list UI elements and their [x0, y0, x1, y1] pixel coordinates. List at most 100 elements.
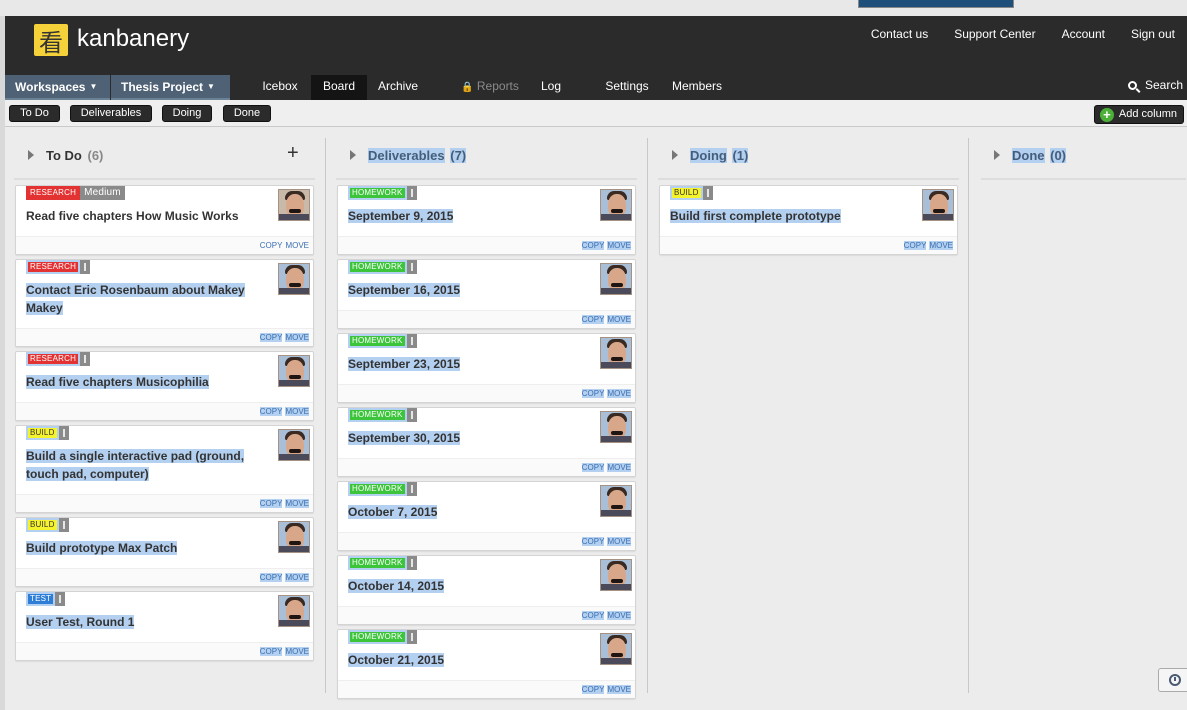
move-card-link[interactable]: MOVE: [607, 389, 631, 398]
card-actions: COPY MOVE: [901, 241, 953, 250]
column-header[interactable]: Deliverables (7): [350, 148, 467, 168]
column-button-todo[interactable]: To Do: [9, 105, 60, 122]
search-button[interactable]: Search: [1127, 78, 1183, 92]
task-card[interactable]: BUILD Build a single interactive pad (gro…: [15, 425, 314, 513]
move-card-link[interactable]: MOVE: [607, 537, 631, 546]
column-title: Done: [1012, 148, 1045, 163]
card-actions: COPY MOVE: [257, 573, 309, 582]
move-card-link[interactable]: MOVE: [607, 685, 631, 694]
copy-card-link[interactable]: COPY: [903, 241, 927, 250]
card-tags: HOMEWORK: [348, 482, 417, 496]
column-done: Done (0): [971, 128, 1187, 710]
column-count: (0): [1050, 148, 1067, 163]
collapse-triangle-icon[interactable]: [350, 150, 356, 160]
column-header[interactable]: Done (0): [994, 148, 1067, 168]
card-title: Contact Eric Rosenbaum about Makey Makey: [26, 281, 261, 317]
contact-us-link[interactable]: Contact us: [871, 27, 928, 41]
move-card-link[interactable]: MOVE: [285, 333, 309, 342]
task-card[interactable]: RESEARCH Medium Read five chapters How Mus…: [15, 185, 314, 255]
card-tags: RESEARCH: [26, 352, 91, 366]
kanbanery-logo-icon[interactable]: 看: [34, 24, 68, 57]
card-priority-marker: [406, 186, 417, 200]
move-card-link[interactable]: MOVE: [285, 407, 309, 416]
copy-card-link[interactable]: COPY: [581, 389, 605, 398]
card-priority-marker: [80, 260, 91, 274]
column-header[interactable]: To Do (6): [28, 148, 103, 168]
card-tag-build: BUILD: [26, 426, 59, 440]
card-priority-marker: [406, 630, 417, 644]
copy-card-link[interactable]: COPY: [259, 647, 283, 656]
column-header[interactable]: Doing (1): [672, 148, 749, 168]
add-card-icon[interactable]: +: [287, 142, 299, 165]
copy-card-link[interactable]: COPY: [581, 611, 605, 620]
move-card-link[interactable]: MOVE: [285, 241, 309, 250]
move-card-link[interactable]: MOVE: [285, 647, 309, 656]
sign-out-link[interactable]: Sign out: [1131, 27, 1175, 41]
column-toolbar: To Do Deliverables Doing Done + Add colum…: [5, 100, 1187, 127]
workspaces-dropdown[interactable]: Workspaces ▼: [5, 75, 110, 100]
copy-card-link[interactable]: COPY: [259, 333, 283, 342]
card-title: Read five chapters How Music Works: [26, 207, 261, 225]
avatar: [922, 189, 954, 221]
move-card-link[interactable]: MOVE: [285, 573, 309, 582]
clock-icon: [1169, 674, 1181, 686]
tab-reports[interactable]: 🔒 Reports: [455, 75, 525, 100]
add-column-button[interactable]: + Add column: [1093, 105, 1184, 124]
tab-board[interactable]: Board: [311, 75, 367, 100]
move-card-link[interactable]: MOVE: [285, 499, 309, 508]
tab-settings[interactable]: Settings: [599, 75, 655, 100]
tab-log[interactable]: Log: [535, 75, 567, 100]
move-card-link[interactable]: MOVE: [607, 315, 631, 324]
task-card[interactable]: HOMEWORK October 7, 2015 COPY MOVE: [337, 481, 636, 551]
column-button-deliverables[interactable]: Deliverables: [70, 105, 152, 122]
brand-name[interactable]: kanbanery: [77, 25, 189, 53]
copy-card-link[interactable]: COPY: [260, 241, 283, 250]
copy-card-link[interactable]: COPY: [581, 685, 605, 694]
collapse-triangle-icon[interactable]: [672, 150, 678, 160]
copy-card-link[interactable]: COPY: [259, 499, 283, 508]
tab-archive[interactable]: Archive: [371, 75, 425, 100]
card-tags: RESEARCH Medium: [26, 186, 125, 200]
task-card[interactable]: TEST User Test, Round 1 COPY MOVE: [15, 591, 314, 661]
avatar: [600, 411, 632, 443]
card-tag-homework: HOMEWORK: [348, 408, 407, 422]
tab-members[interactable]: Members: [667, 75, 727, 100]
move-card-link[interactable]: MOVE: [607, 463, 631, 472]
project-dropdown[interactable]: Thesis Project ▼: [111, 75, 230, 100]
task-card[interactable]: HOMEWORK September 16, 2015 COPY MOVE: [337, 259, 636, 329]
task-card[interactable]: HOMEWORK October 21, 2015 COPY MOVE: [337, 629, 636, 699]
task-card[interactable]: HOMEWORK September 30, 2015 COPY MOVE: [337, 407, 636, 477]
column-button-done[interactable]: Done: [223, 105, 271, 122]
copy-card-link[interactable]: COPY: [581, 315, 605, 324]
tab-icebox[interactable]: Icebox: [255, 75, 305, 100]
task-card[interactable]: BUILD Build first complete prototype COPY M…: [659, 185, 958, 255]
task-card[interactable]: RESEARCH Contact Eric Rosenbaum about Mak…: [15, 259, 314, 347]
column-title: Deliverables: [368, 148, 445, 163]
lock-icon: 🔒: [461, 82, 474, 93]
account-link[interactable]: Account: [1062, 27, 1105, 41]
task-card[interactable]: RESEARCH Read five chapters Musicophilia C…: [15, 351, 314, 421]
task-card[interactable]: HOMEWORK October 14, 2015 COPY MOVE: [337, 555, 636, 625]
task-card[interactable]: HOMEWORK September 23, 2015 COPY MOVE: [337, 333, 636, 403]
copy-card-link[interactable]: COPY: [259, 573, 283, 582]
copy-card-link[interactable]: COPY: [581, 241, 605, 250]
support-center-link[interactable]: Support Center: [954, 27, 1035, 41]
column-header-rule: [14, 178, 315, 180]
card-tag-research: RESEARCH: [26, 260, 81, 274]
move-card-link[interactable]: MOVE: [607, 611, 631, 620]
task-card[interactable]: BUILD Build prototype Max Patch COPY MOVE: [15, 517, 314, 587]
card-actions: COPY MOVE: [579, 611, 631, 620]
copy-card-link[interactable]: COPY: [581, 537, 605, 546]
collapse-triangle-icon[interactable]: [28, 150, 34, 160]
history-button[interactable]: [1158, 668, 1187, 692]
card-actions: COPY MOVE: [579, 315, 631, 324]
app-header: 看 kanbanery Contact us Support Center Ac…: [5, 16, 1187, 75]
move-card-link[interactable]: MOVE: [607, 241, 631, 250]
column-button-doing[interactable]: Doing: [162, 105, 212, 122]
card-tags: HOMEWORK: [348, 556, 417, 570]
collapse-triangle-icon[interactable]: [994, 150, 1000, 160]
copy-card-link[interactable]: COPY: [581, 463, 605, 472]
move-card-link[interactable]: MOVE: [929, 241, 953, 250]
copy-card-link[interactable]: COPY: [259, 407, 283, 416]
task-card[interactable]: HOMEWORK September 9, 2015 COPY MOVE: [337, 185, 636, 255]
